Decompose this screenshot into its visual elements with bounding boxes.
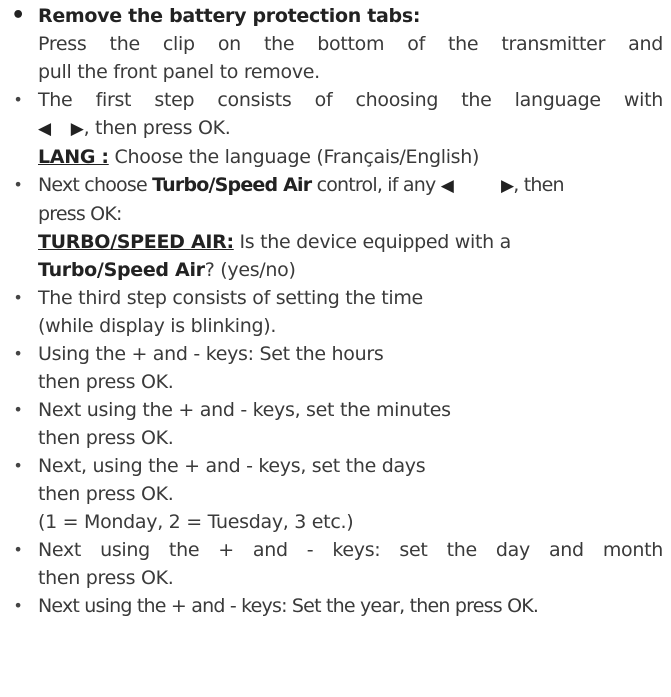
bullet-icon: • <box>13 175 23 194</box>
bullet-icon: • <box>13 344 23 363</box>
item-text: then press OK. <box>38 427 174 449</box>
bullet-icon: • <box>13 90 23 109</box>
item-text: (while display is blinking). <box>38 315 277 337</box>
arrow-left-icon: ◀ <box>440 176 454 196</box>
item-text: The first step consists of choosing the … <box>38 89 663 111</box>
item-option: TURBO/SPEED AIR: Is the device equipped … <box>38 231 511 253</box>
item-title: Remove the battery protection tabs: <box>38 5 421 27</box>
list-item-hours: • Using the + and - keys: Set the hours … <box>0 340 671 396</box>
item-text: Press the clip on the bottom of the tran… <box>38 33 663 55</box>
list-item-battery-tabs: • Remove the battery protection tabs: Pr… <box>0 2 671 86</box>
item-text: The third step consists of setting the t… <box>38 287 423 309</box>
bullet-icon: • <box>11 3 25 28</box>
bullet-icon: • <box>13 596 23 615</box>
item-text: then press OK. <box>38 371 174 393</box>
bullet-icon: • <box>13 400 23 419</box>
list-item-day-month: • Next using the + and - keys: set the d… <box>0 536 671 592</box>
instruction-document: • Remove the battery protection tabs: Pr… <box>0 2 671 697</box>
list-item-days: • Next, using the + and - keys, set the … <box>0 452 671 536</box>
arrow-left-icon: ◀ <box>38 119 51 139</box>
option-label: TURBO/SPEED AIR: <box>38 231 234 253</box>
item-text: then press OK. <box>38 483 174 505</box>
bullet-icon: • <box>13 456 23 475</box>
item-text: pull the front panel to remove. <box>38 61 320 83</box>
item-option-cont: Turbo/Speed Air? (yes/no) <box>38 259 296 281</box>
item-option: LANG : Choose the language (Français/Eng… <box>38 146 480 168</box>
item-text: press OK: <box>38 203 122 225</box>
item-text: then press OK. <box>38 567 174 589</box>
list-item-language: • The first step consists of choosing th… <box>0 86 671 171</box>
list-item-turbo: • Next choose Turbo/Speed Air control, i… <box>0 171 671 284</box>
instruction-list: • Remove the battery protection tabs: Pr… <box>0 2 671 620</box>
item-text: Next choose Turbo/Speed Air control, if … <box>38 174 565 196</box>
list-item-time: • The third step consists of setting the… <box>0 284 671 340</box>
item-text: Using the + and - keys: Set the hours <box>38 343 384 365</box>
item-text-arrows: ◀ ▶, then press OK. <box>38 117 231 139</box>
bullet-icon: • <box>13 540 23 559</box>
item-text: Next using the + and - keys: set the day… <box>38 539 663 561</box>
item-text: (1 = Monday, 2 = Tuesday, 3 etc.) <box>38 511 354 533</box>
arrow-right-icon: ▶ <box>500 176 514 196</box>
item-text: Next, using the + and - keys, set the da… <box>38 455 426 477</box>
list-item-minutes: • Next using the + and - keys, set the m… <box>0 396 671 452</box>
arrow-right-icon: ▶ <box>70 119 84 139</box>
item-text: Next using the + and - keys, set the min… <box>38 399 451 421</box>
bullet-icon: • <box>13 288 23 307</box>
list-item-year: • Next using the + and - keys: Set the y… <box>0 592 671 620</box>
item-text: Next using the + and - keys: Set the yea… <box>38 595 539 617</box>
option-label: LANG : <box>38 146 109 168</box>
